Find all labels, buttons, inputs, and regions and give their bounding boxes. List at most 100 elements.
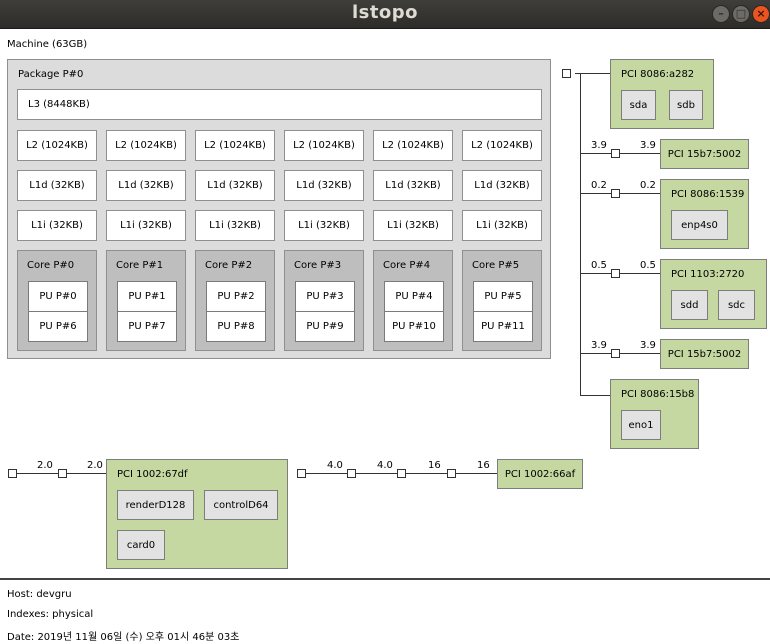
processing-unit[interactable]: PU P#5	[473, 281, 533, 312]
processing-unit[interactable]: PU P#9	[295, 311, 355, 342]
package[interactable]: Package P#0 L3 (8448KB) L2 (1024KB) L1d (…	[7, 59, 551, 359]
l1i-cache[interactable]: L1i (32KB)	[284, 210, 364, 241]
l1d-cache[interactable]: L1d (32KB)	[284, 170, 364, 201]
pci-device[interactable]: PCI 15b7:5002	[660, 139, 749, 169]
processing-unit[interactable]: PU P#7	[117, 311, 177, 342]
os-device-label: card0	[126, 539, 156, 551]
os-device[interactable]: sdd	[671, 290, 708, 320]
pci-device[interactable]: PCI 1103:2720 sdd sdc	[660, 259, 767, 329]
bandwidth-label: 0.2	[591, 180, 607, 191]
processing-unit[interactable]: PU P#0	[28, 281, 88, 312]
pci-device[interactable]: PCI 8086:1539 enp4s0	[660, 179, 749, 249]
l1d-cache-label: L1d (32KB)	[296, 180, 352, 191]
os-device-label: sdd	[680, 299, 699, 311]
pci-port	[297, 469, 306, 478]
os-device[interactable]: sda	[621, 90, 656, 120]
os-device[interactable]: sdb	[669, 90, 703, 120]
pu-label: PU P#2	[217, 291, 255, 302]
footer-date: Date: 2019년 11월 06일 (수) 오후 01시 46분 03초	[7, 632, 240, 643]
l1i-cache[interactable]: L1i (32KB)	[17, 210, 97, 241]
pu-label: PU P#5	[484, 291, 522, 302]
core[interactable]: Core P#0 PU P#0 PU P#6	[17, 250, 97, 351]
pci-device-label: PCI 1103:2720	[671, 269, 745, 280]
pci-port	[58, 469, 67, 478]
os-device[interactable]: enp4s0	[671, 210, 728, 240]
processing-unit[interactable]: PU P#6	[28, 311, 88, 342]
pu-label: PU P#4	[395, 291, 433, 302]
processing-unit[interactable]: PU P#3	[295, 281, 355, 312]
processing-unit[interactable]: PU P#8	[206, 311, 266, 342]
l1i-cache-label: L1i (32KB)	[387, 220, 439, 231]
pci-device[interactable]: PCI 8086:15b8 eno1	[610, 379, 699, 449]
maximize-icon[interactable]: □	[732, 5, 750, 23]
processing-unit[interactable]: PU P#11	[473, 311, 533, 342]
l1d-cache[interactable]: L1d (32KB)	[195, 170, 275, 201]
pu-label: PU P#9	[306, 321, 344, 332]
core-label: Core P#5	[472, 260, 520, 271]
close-icon[interactable]: ×	[752, 5, 770, 23]
bandwidth-label: 3.9	[640, 140, 656, 151]
footer-indexes: Indexes: physical	[7, 609, 94, 620]
l1d-cache[interactable]: L1d (32KB)	[17, 170, 97, 201]
os-device[interactable]: eno1	[621, 410, 661, 440]
processing-unit[interactable]: PU P#4	[384, 281, 444, 312]
minimize-icon[interactable]: –	[712, 5, 730, 23]
l1d-cache-label: L1d (32KB)	[207, 180, 263, 191]
l2-cache[interactable]: L2 (1024KB)	[17, 130, 97, 161]
pci-device[interactable]: PCI 8086:a282 sda sdb	[610, 59, 714, 129]
pci-device-label: PCI 15b7:5002	[667, 148, 742, 160]
host-bridge-port	[562, 69, 571, 78]
core[interactable]: Core P#4 PU P#4 PU P#10	[373, 250, 453, 351]
os-device[interactable]: controlD64	[204, 490, 278, 520]
core[interactable]: Core P#5 PU P#5 PU P#11	[462, 250, 542, 351]
l1d-cache[interactable]: L1d (32KB)	[106, 170, 186, 201]
bandwidth-label: 4.0	[327, 460, 343, 471]
os-device[interactable]: sdc	[718, 290, 755, 320]
pci-device-label: PCI 1002:66af	[504, 468, 576, 480]
l1d-cache-label: L1d (32KB)	[118, 180, 174, 191]
core[interactable]: Core P#3 PU P#3 PU P#9	[284, 250, 364, 351]
pci-port	[347, 469, 356, 478]
pci-port	[8, 469, 17, 478]
bandwidth-label: 0.5	[591, 260, 607, 271]
l1i-cache[interactable]: L1i (32KB)	[106, 210, 186, 241]
l2-cache[interactable]: L2 (1024KB)	[106, 130, 186, 161]
pci-device[interactable]: PCI 15b7:5002	[660, 339, 749, 369]
pci-port	[447, 469, 456, 478]
bandwidth-label: 0.5	[640, 260, 656, 271]
os-device-label: eno1	[628, 419, 654, 431]
l2-cache[interactable]: L2 (1024KB)	[195, 130, 275, 161]
pci-device-gpu[interactable]: PCI 1002:67df renderD128 controlD64 card…	[106, 459, 288, 569]
l1i-cache[interactable]: L1i (32KB)	[195, 210, 275, 241]
processing-unit[interactable]: PU P#2	[206, 281, 266, 312]
pci-device[interactable]: PCI 1002:66af	[497, 459, 583, 489]
bandwidth-label: 3.9	[640, 340, 656, 351]
core[interactable]: Core P#2 PU P#2 PU P#8	[195, 250, 275, 351]
pci-device-label: PCI 8086:1539	[671, 189, 745, 200]
os-device-label: renderD128	[125, 499, 186, 511]
bandwidth-label: 4.0	[377, 460, 393, 471]
l3-cache[interactable]: L3 (8448KB)	[17, 89, 542, 120]
os-device-label: sda	[629, 99, 648, 111]
l1d-cache[interactable]: L1d (32KB)	[462, 170, 542, 201]
l1d-cache-label: L1d (32KB)	[29, 180, 85, 191]
l2-cache[interactable]: L2 (1024KB)	[462, 130, 542, 161]
l1d-cache[interactable]: L1d (32KB)	[373, 170, 453, 201]
os-device[interactable]: renderD128	[117, 490, 194, 520]
core-label: Core P#4	[383, 260, 431, 271]
l1i-cache-label: L1i (32KB)	[31, 220, 83, 231]
l1i-cache[interactable]: L1i (32KB)	[462, 210, 542, 241]
bandwidth-label: 3.9	[591, 140, 607, 151]
core-label: Core P#2	[205, 260, 253, 271]
os-device[interactable]: card0	[117, 530, 165, 560]
core[interactable]: Core P#1 PU P#1 PU P#7	[106, 250, 186, 351]
l1i-cache[interactable]: L1i (32KB)	[373, 210, 453, 241]
l1i-cache-label: L1i (32KB)	[298, 220, 350, 231]
l2-cache[interactable]: L2 (1024KB)	[284, 130, 364, 161]
processing-unit[interactable]: PU P#1	[117, 281, 177, 312]
pci-device-label: PCI 1002:67df	[117, 469, 188, 480]
footer-host: Host: devgru	[7, 589, 72, 600]
l2-cache-label: L2 (1024KB)	[471, 140, 533, 151]
l2-cache[interactable]: L2 (1024KB)	[373, 130, 453, 161]
processing-unit[interactable]: PU P#10	[384, 311, 444, 342]
